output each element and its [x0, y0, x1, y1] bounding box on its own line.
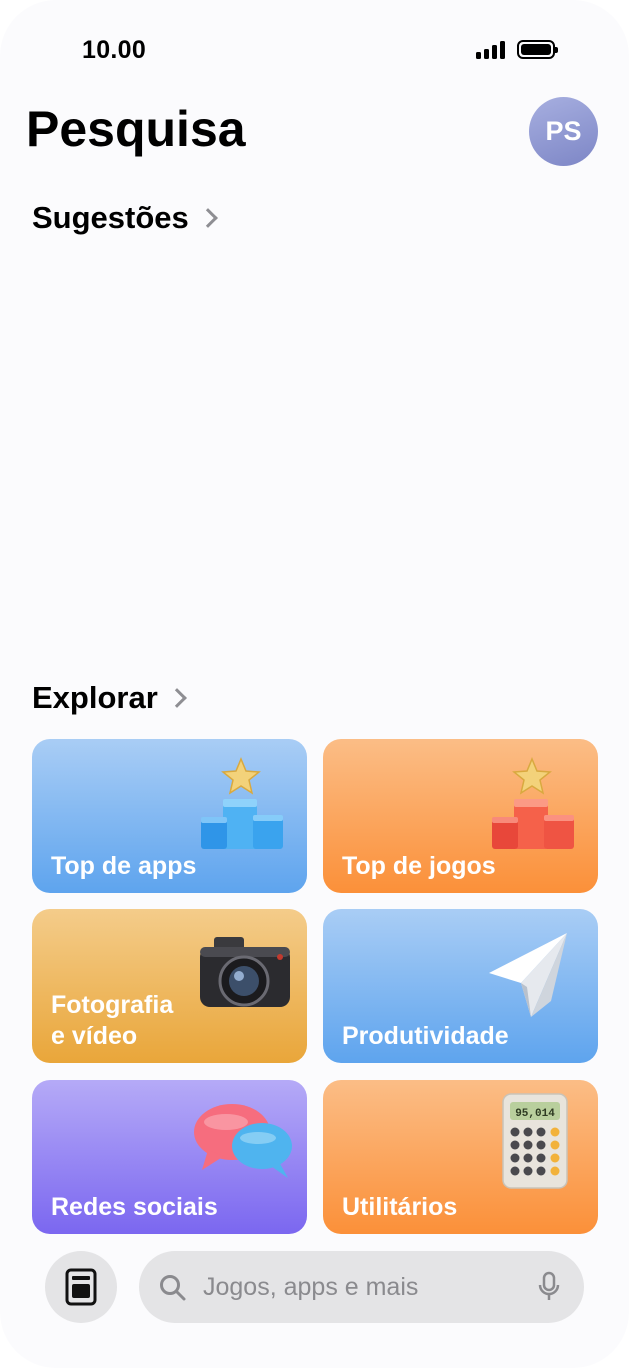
category-label: Redes sociais: [51, 1193, 218, 1221]
library-button[interactable]: [45, 1251, 117, 1323]
category-label: Utilitários: [342, 1193, 458, 1221]
calculator-icon: 95,014: [502, 1093, 568, 1189]
explore-heading[interactable]: Explorar: [32, 680, 187, 716]
category-label: Top de apps: [51, 852, 197, 880]
library-icon: [65, 1268, 97, 1306]
camera-icon: [200, 937, 290, 1007]
category-card-productivity[interactable]: Produtividade: [323, 909, 598, 1063]
page-title: Pesquisa: [26, 101, 246, 157]
chat-bubbles-icon: [194, 1104, 292, 1178]
podium-star-icon: [201, 757, 283, 849]
category-card-social-networks[interactable]: Redes sociais: [32, 1080, 307, 1234]
chevron-right-icon: [166, 688, 187, 708]
status-time: 10.00: [82, 36, 147, 64]
category-card-photo-video[interactable]: Fotografia e vídeo: [32, 909, 307, 1063]
category-card-top-games[interactable]: Top de jogos: [323, 739, 598, 893]
battery-icon: [517, 40, 558, 59]
search-field[interactable]: Jogos, apps e mais: [139, 1251, 584, 1323]
category-card-top-apps[interactable]: Top de apps: [32, 739, 307, 893]
search-icon: [159, 1274, 187, 1307]
category-label: Fotografia e vídeo: [51, 991, 174, 1050]
cellular-signal-icon: [476, 40, 505, 59]
category-label: Top de jogos: [342, 852, 496, 880]
chevron-right-icon: [197, 208, 218, 228]
explore-heading-label: Explorar: [32, 680, 158, 715]
microphone-icon[interactable]: [538, 1271, 560, 1308]
category-card-utilities[interactable]: 95,014 Utilitários: [323, 1080, 598, 1234]
search-placeholder: Jogos, apps e mais: [203, 1273, 419, 1301]
status-icons: [476, 40, 558, 59]
podium-star-icon: [492, 757, 574, 849]
suggestions-heading[interactable]: Sugestões: [32, 200, 218, 236]
calculator-display: 95,014: [515, 1108, 555, 1120]
category-label: Produtividade: [342, 1022, 509, 1050]
account-avatar[interactable]: PS: [529, 97, 598, 166]
paper-plane-icon: [489, 933, 567, 1017]
suggestions-heading-label: Sugestões: [32, 200, 189, 235]
app-store-search-screen: 10.00 Pesquisa PS Sugestões Explorar Top…: [0, 0, 629, 1368]
